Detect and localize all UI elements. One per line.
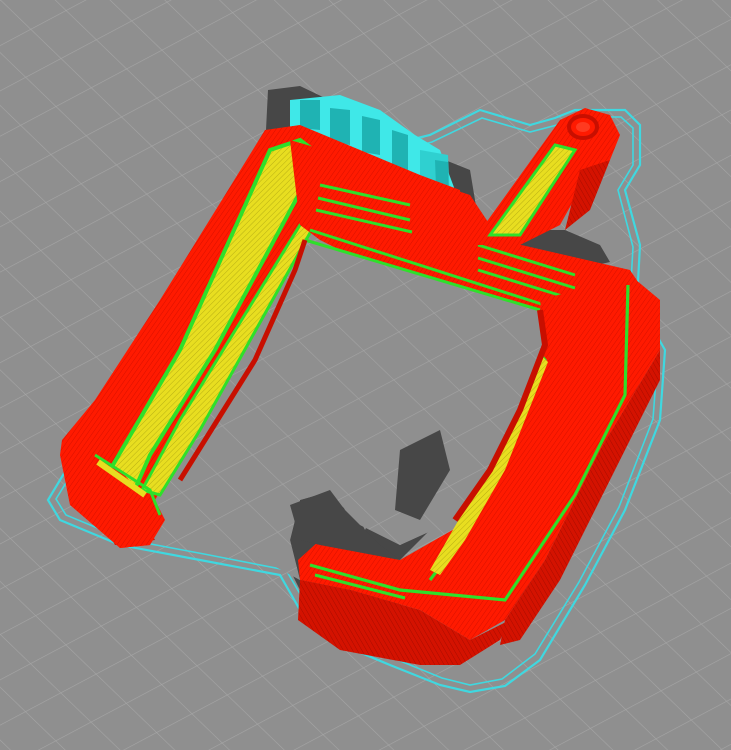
layer-preview-canvas[interactable] bbox=[0, 0, 731, 750]
slicer-3d-viewport[interactable]: layer-preview bbox=[0, 0, 731, 750]
